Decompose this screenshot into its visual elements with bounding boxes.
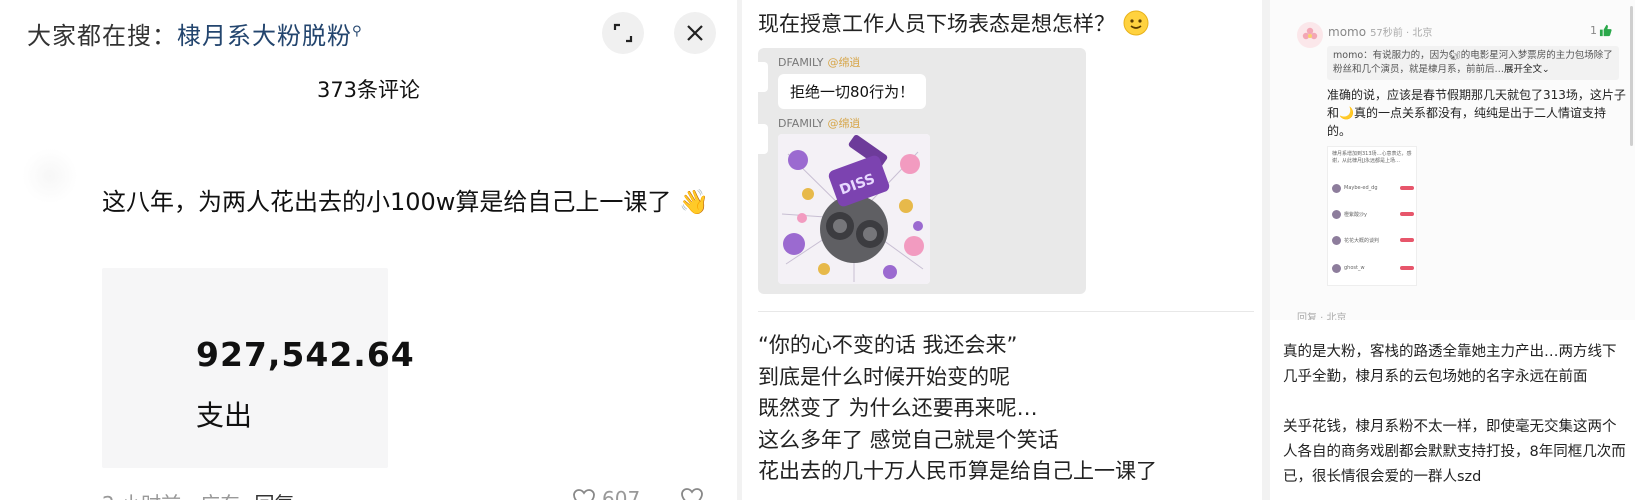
embedded-row: 花花大概的谈判 [1332, 235, 1414, 245]
follow-pill [1400, 266, 1414, 270]
user-dot-icon [1332, 183, 1341, 193]
next-reply-partial: 回复 · 北京 [1297, 313, 1347, 320]
chat-edge-marker [758, 124, 768, 154]
expand-icon [613, 23, 633, 43]
embedded-row: Maybe-ed_dg [1332, 183, 1414, 193]
reply-time-location: 57秒前 · 北京 [1370, 28, 1433, 39]
chat-sender-name: DFAMILY [778, 117, 824, 130]
smile-emoji-icon [1123, 10, 1149, 36]
hammer-smash-illustration: DISS [778, 134, 930, 284]
chat-mention: @绵逍 [827, 56, 861, 69]
quoted-comment[interactable]: momo：有说服力的，因为🐿的电影星河入梦票房的主力包场除了粉丝和几个演员，就是… [1327, 46, 1619, 80]
diss-sticker-image[interactable]: DISS [778, 134, 930, 284]
like-count: 607 [602, 487, 641, 500]
close-icon [687, 25, 703, 41]
embedded-row: 橙紫酸沙y [1332, 209, 1414, 219]
post-line: 这么多年了 感觉自己就是个笑话 [758, 427, 1059, 452]
caption-text: 真的是大粉，客栈的路透全靠她主力产出…两方线下几乎全勤，棣月系的云包场她的名字永… [1283, 340, 1628, 490]
thumbs-up-button[interactable]: 1 [1590, 24, 1612, 37]
chevron-down-icon: ⌄ [1542, 65, 1550, 75]
post-line: 花出去的几十万人民币算是给自己上一课了 [758, 459, 1157, 483]
like-button[interactable]: 607 [572, 487, 640, 500]
comment-time-location: 2 小时前 · 广东 [102, 492, 240, 500]
flower-avatar-icon [1302, 27, 1318, 40]
user-dot-icon [1332, 235, 1341, 245]
follow-pill [1400, 212, 1414, 216]
trending-search[interactable]: 大家都在搜：棣月系大粉脱粉⚲ [27, 16, 363, 51]
caption-paragraph: 关乎花钱，棣月系粉不太一样，即使毫无交集这两个人各自的商务戏剧都会默默支持打投，… [1283, 419, 1626, 485]
follow-pill [1400, 186, 1414, 190]
reply-text: 准确的说，应该是春节假期那几天就包了313场，这片子和🌙真的一点关系都没有，纯纯… [1327, 88, 1626, 138]
scrollbar[interactable] [1630, 6, 1633, 146]
chat-mention: @绵逍 [827, 117, 861, 130]
post-line: “你的心不变的话 我还会来” [758, 333, 1018, 357]
post-question: 现在授意工作人员下场表态是想怎样？ [758, 8, 1149, 38]
comment-count: 373条评论 [316, 78, 421, 102]
quoted-text: momo：有说服力的，因为🐿的电影星河入梦票房的主力包场除了粉丝和几个演员，就是… [1333, 50, 1613, 75]
reply-panel: momo 57秒前 · 北京 1 momo：有说服力的，因为🐿的电影星河入梦票房的… [1270, 0, 1635, 500]
reply-user: momo 57秒前 · 北京 [1328, 24, 1432, 39]
expand-button[interactable] [602, 12, 644, 54]
follow-pill [1400, 238, 1414, 242]
chat-sender-name: DFAMILY [778, 56, 824, 69]
comment-meta: 2 小时前 · 广东 回复 [102, 488, 295, 500]
dislike-button[interactable] [680, 487, 704, 500]
search-icon: ⚲ [352, 24, 363, 39]
thumbs-up-count: 1 [1590, 24, 1597, 37]
search-keyword[interactable]: 棣月系大粉脱粉 [177, 22, 352, 50]
caption-paragraph: 真的是大粉，客栈的路透全靠她主力产出…两方线下几乎全勤，棣月系的云包场她的名字永… [1283, 344, 1617, 385]
chat-sender: DFAMILY @绵逍 [778, 115, 860, 131]
embedded-row-name: ghost_w [1344, 265, 1365, 271]
embedded-header: 棣月系增加到313场…心意表达，感谢，从此棣月JJ永远都是上场… [1332, 151, 1412, 164]
thumbs-up-icon [1599, 24, 1612, 37]
avatar[interactable] [22, 148, 78, 204]
post-panel: 现在授意工作人员下场表态是想怎样？ DFAMILY @绵逍 拒绝一切80行为！ D… [742, 0, 1262, 500]
receipt-amount: 927,542.64 [196, 335, 415, 374]
comments-panel: 大家都在搜：棣月系大粉脱粉⚲ 373条评论 这八年，为两人花出去的小100w算是… [0, 0, 737, 500]
receipt-label: 支出 [196, 399, 253, 432]
embedded-row-name: 橙紫酸沙y [1344, 211, 1367, 218]
username[interactable]: momo [1328, 25, 1366, 39]
post-line: 到底是什么时候开始变的呢 [758, 364, 1010, 389]
divider [758, 311, 1254, 312]
post-line: 既然变了 为什么还要再来呢… [758, 396, 1038, 420]
expand-full-text-button[interactable]: 展开全文 [1504, 64, 1542, 75]
reply-button[interactable]: 回复 [255, 492, 295, 500]
heart-icon [573, 489, 595, 500]
embedded-row: ghost_w [1332, 263, 1414, 273]
chat-screenshot: DFAMILY @绵逍 拒绝一切80行为！ DFAMILY @绵逍 DISS [758, 48, 1086, 294]
embedded-row-name: 花花大概的谈判 [1344, 237, 1380, 244]
comment-text: 这八年，为两人花出去的小100w算是给自己上一课了 👋 [102, 188, 709, 216]
embedded-screenshot[interactable]: 棣月系增加到313场…心意表达，感谢，从此棣月JJ永远都是上场… Maybe-e… [1327, 146, 1417, 286]
chat-bubble: 拒绝一切80行为！ [778, 74, 927, 109]
reply-screenshot: momo 57秒前 · 北京 1 momo：有说服力的，因为🐿的电影星河入梦票房的… [1270, 0, 1635, 320]
embedded-row-name: Maybe-ed_dg [1344, 185, 1378, 191]
avatar[interactable] [1297, 22, 1323, 48]
chat-edge-marker [758, 62, 768, 92]
post-question-text: 现在授意工作人员下场表态是想怎样？ [758, 12, 1115, 36]
search-label: 大家都在搜： [27, 22, 177, 50]
broken-heart-icon [681, 488, 703, 500]
post-body: “你的心不变的话 我还会来” 到底是什么时候开始变的呢 既然变了 为什么还要再来… [758, 330, 1157, 488]
user-dot-icon [1332, 263, 1341, 273]
user-dot-icon [1332, 209, 1341, 219]
close-button[interactable] [674, 12, 716, 54]
chat-sender: DFAMILY @绵逍 [778, 54, 860, 70]
